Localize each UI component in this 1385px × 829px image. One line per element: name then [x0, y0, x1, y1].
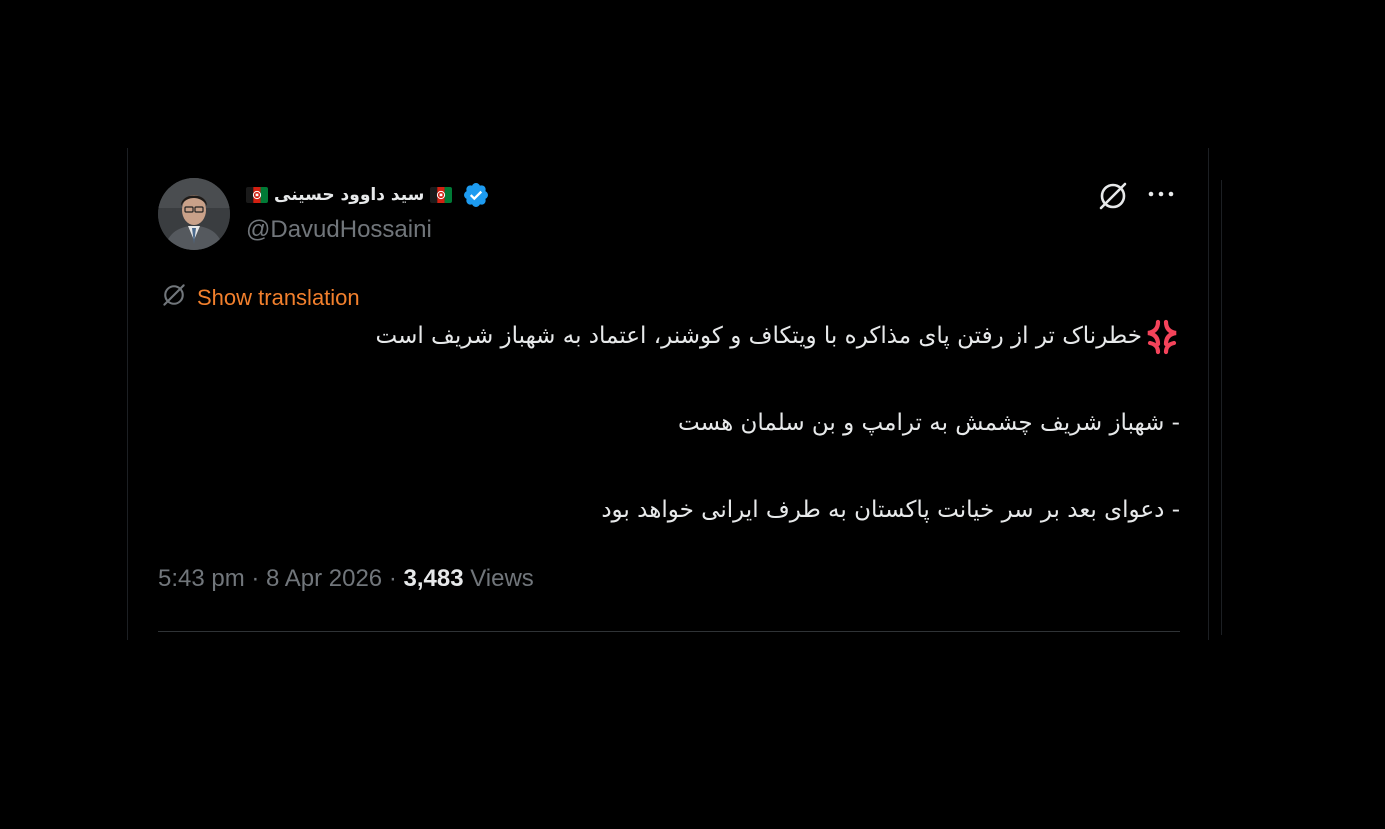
- tweet-line-2: - شهباز شریف چشمش به ترامپ و بن سلمان هس…: [677, 410, 1180, 436]
- show-translation-link[interactable]: Show translation: [160, 281, 360, 314]
- grok-icon[interactable]: [1097, 180, 1129, 212]
- tweet-line-3: - دعوای بعد بر سر خیانت پاکستان به طرف ا…: [601, 497, 1180, 523]
- views-label: Views: [470, 565, 534, 592]
- views-count: 3,483: [403, 565, 464, 592]
- avatar[interactable]: [158, 178, 230, 250]
- tweet-meta: 5:43 pm · 8 Apr 2026 · 3,483 Views: [158, 565, 534, 593]
- author-name-row[interactable]: سید داوود حسینی: [246, 179, 490, 211]
- grok-icon: [160, 281, 188, 314]
- afghanistan-flag-icon: [246, 187, 268, 203]
- show-translation-label[interactable]: Show translation: [197, 285, 360, 311]
- tweet-line-1: خطرناک تر از رفتن پای مذاکره با ویتکاف و…: [375, 323, 1142, 349]
- author-handle[interactable]: @DavudHossaini: [246, 216, 432, 244]
- tweet-time[interactable]: 5:43 pm: [158, 565, 245, 592]
- column-border: [1221, 180, 1222, 635]
- tweet-line: خطرناک تر از رفتن پای مذاکره با ویتکاف و…: [160, 314, 1180, 358]
- meta-separator: ·: [244, 565, 267, 592]
- verified-badge-icon[interactable]: [462, 181, 490, 209]
- meta-separator: ·: [382, 565, 404, 592]
- anger-symbol-icon: [1144, 319, 1180, 355]
- tweet-text: خطرناک تر از رفتن پای مذاکره با ویتکاف و…: [160, 314, 1180, 532]
- author-display-name[interactable]: سید داوود حسینی: [272, 185, 426, 205]
- more-icon[interactable]: [1146, 182, 1176, 206]
- divider: [158, 631, 1180, 632]
- afghanistan-flag-icon: [430, 187, 453, 203]
- tweet-date[interactable]: 8 Apr 2026: [266, 565, 382, 592]
